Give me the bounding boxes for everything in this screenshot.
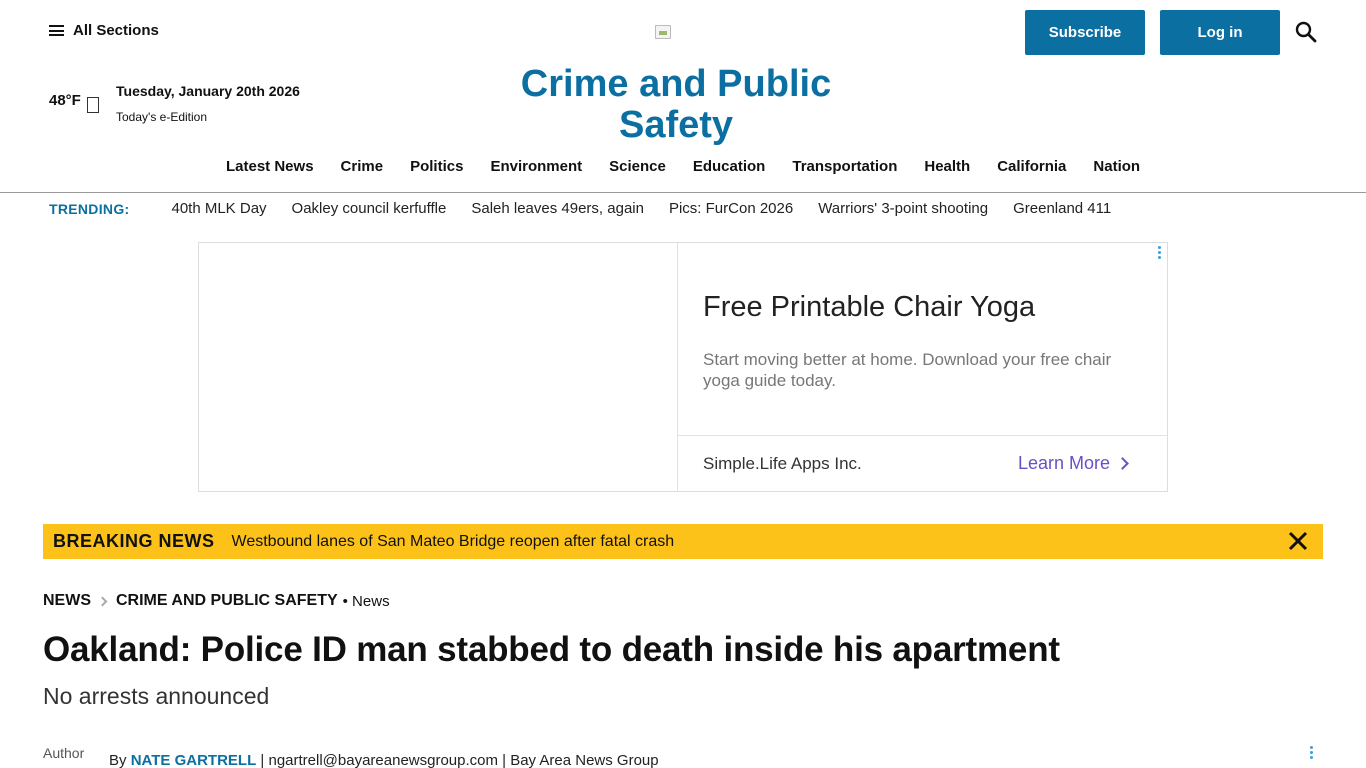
temperature: 48°F: [49, 91, 81, 109]
byline: By NATE GARTRELL | ngartrell@bayareanews…: [109, 752, 659, 768]
byline-by: By: [109, 752, 127, 768]
ad-cta-label: Learn More: [1018, 453, 1111, 473]
e-edition-link[interactable]: Today's e-Edition: [116, 110, 207, 124]
nav-item-latest-news[interactable]: Latest News: [226, 158, 314, 175]
breadcrumb-crime-and-public-safety[interactable]: CRIME AND PUBLIC SAFETY: [116, 592, 338, 610]
breadcrumb: NEWS CRIME AND PUBLIC SAFETY • News: [43, 592, 390, 610]
ad-image-area[interactable]: [199, 243, 677, 491]
trending-link[interactable]: Pics: FurCon 2026: [669, 200, 793, 217]
trending-label: TRENDING:: [49, 200, 130, 217]
ad-options-icon[interactable]: [1158, 246, 1162, 259]
author-name-link[interactable]: NATE GARTRELL: [131, 752, 257, 768]
ad-title[interactable]: Free Printable Chair Yoga: [703, 291, 1035, 324]
trending-link[interactable]: Oakley council kerfuffle: [292, 200, 447, 217]
nav-item-politics[interactable]: Politics: [410, 158, 463, 175]
nav-item-california[interactable]: California: [997, 158, 1066, 175]
all-sections-label: All Sections: [73, 22, 159, 39]
breaking-news-label: BREAKING NEWS: [53, 531, 215, 551]
subscribe-button[interactable]: Subscribe: [1025, 10, 1145, 55]
trending-link[interactable]: 40th MLK Day: [171, 200, 266, 217]
author-avatar[interactable]: Author: [43, 747, 93, 768]
all-sections-menu[interactable]: All Sections: [49, 22, 159, 39]
nav-item-health[interactable]: Health: [924, 158, 970, 175]
article-headline: Oakland: Police ID man stabbed to death …: [43, 630, 1060, 669]
chevron-right-icon: [97, 596, 108, 606]
current-date: Tuesday, January 20th 2026: [116, 83, 300, 99]
more-options-icon[interactable]: [1310, 746, 1314, 759]
article-subhead: No arrests announced: [43, 683, 270, 709]
ad-brand: Simple.Life Apps Inc.: [703, 454, 862, 473]
nav-item-nation[interactable]: Nation: [1093, 158, 1140, 175]
login-button[interactable]: Log in: [1160, 10, 1280, 55]
advertisement[interactable]: Free Printable Chair Yoga Start moving b…: [198, 242, 1168, 492]
logo-image[interactable]: [655, 25, 671, 39]
search-icon[interactable]: [1295, 21, 1317, 43]
hamburger-icon: [49, 25, 64, 36]
trending-link[interactable]: Greenland 411: [1013, 200, 1111, 217]
header-divider: [0, 192, 1366, 193]
ad-description: Start moving better at home. Download yo…: [703, 350, 1112, 390]
section-title[interactable]: Crime and Public Safety: [476, 64, 876, 146]
ad-content[interactable]: Free Printable Chair Yoga Start moving b…: [677, 243, 1168, 491]
nav-item-education[interactable]: Education: [693, 158, 766, 175]
nav-item-transportation[interactable]: Transportation: [792, 158, 897, 175]
nav-item-crime[interactable]: Crime: [341, 158, 384, 175]
nav-item-environment[interactable]: Environment: [490, 158, 582, 175]
breaking-news-banner: BREAKING NEWS Westbound lanes of San Mat…: [43, 524, 1323, 559]
close-icon[interactable]: [1287, 530, 1309, 552]
weather-widget[interactable]: 48°F: [49, 87, 99, 113]
ad-divider: [678, 435, 1168, 436]
breaking-news-link[interactable]: Westbound lanes of San Mateo Bridge reop…: [232, 533, 675, 551]
chevron-right-icon: [1116, 457, 1129, 470]
main-nav: Latest News Crime Politics Environment S…: [226, 158, 1167, 175]
weather-icon: [86, 97, 99, 113]
trending-link[interactable]: Saleh leaves 49ers, again: [471, 200, 644, 217]
breadcrumb-tag: • News: [342, 592, 390, 610]
breadcrumb-news[interactable]: NEWS: [43, 592, 91, 610]
trending-bar: TRENDING: 40th MLK Day Oakley council ke…: [49, 200, 1136, 217]
trending-link[interactable]: Warriors' 3-point shooting: [818, 200, 988, 217]
author-details: | ngartrell@bayareanewsgroup.com | Bay A…: [260, 752, 659, 768]
ad-learn-more-button[interactable]: Learn More: [1018, 453, 1129, 474]
nav-item-science[interactable]: Science: [609, 158, 666, 175]
